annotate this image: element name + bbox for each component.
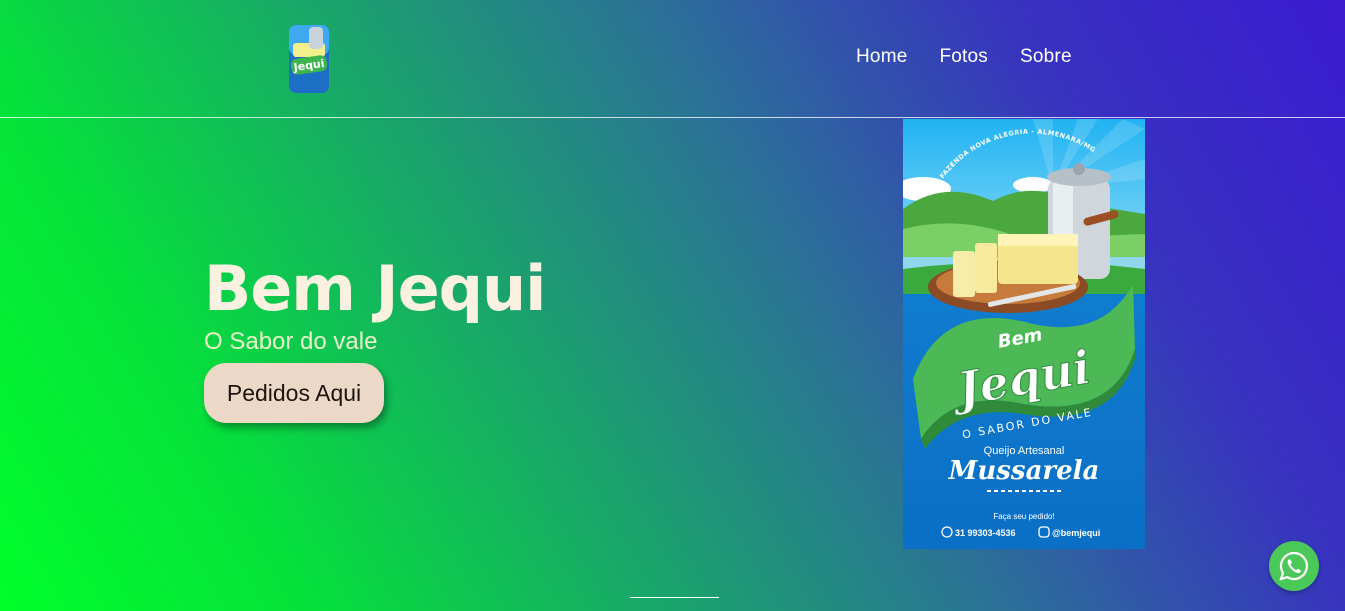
- poster-product-name: Mussarela: [948, 456, 1100, 486]
- hero-subtitle: O Sabor do vale: [204, 328, 378, 355]
- whatsapp-icon: [1279, 551, 1308, 581]
- nav-sobre[interactable]: Sobre: [1020, 46, 1072, 68]
- hero-title: Bem Jequi: [204, 252, 546, 325]
- bem-jequi-logo[interactable]: Jequi: [287, 21, 331, 95]
- nav-fotos[interactable]: Fotos: [939, 46, 988, 68]
- poster-phone: 31 99303-4536: [955, 528, 1016, 538]
- nav-home[interactable]: Home: [856, 46, 907, 68]
- order-button[interactable]: Pedidos Aqui: [204, 363, 384, 423]
- poster-order-cta: Faça seu pedido!: [993, 512, 1054, 521]
- poster-instagram: @bemjequi: [1052, 528, 1100, 538]
- whatsapp-button[interactable]: [1269, 541, 1319, 591]
- site-header: Jequi Home Fotos Sobre: [0, 0, 1345, 118]
- section-divider: [630, 597, 719, 598]
- product-poster-image: Bem Jequi FAZENDA NOVA ALEGRIA - ALMENAR…: [903, 119, 1145, 549]
- main-nav: Home Fotos Sobre: [856, 46, 1072, 68]
